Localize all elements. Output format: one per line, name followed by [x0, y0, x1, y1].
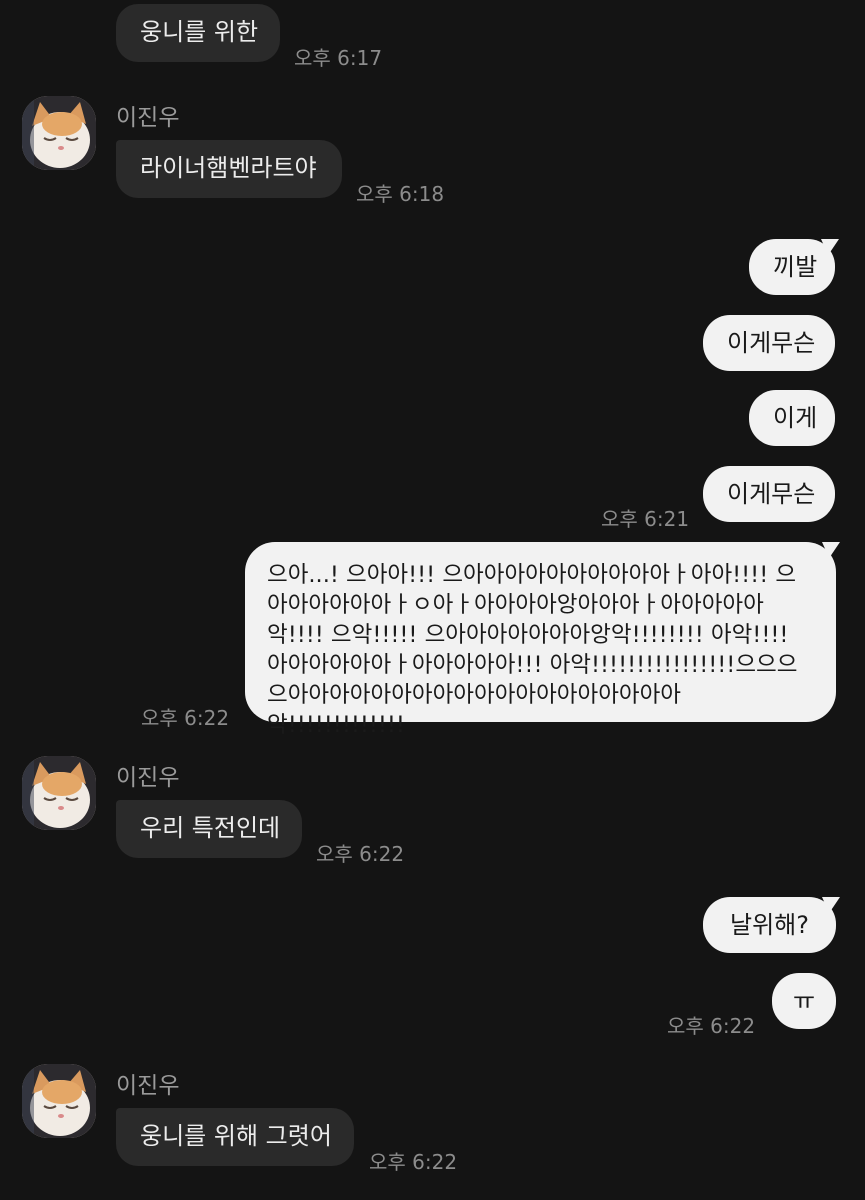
- message-text: 끼발: [773, 253, 818, 281]
- sender-name: 이진우: [116, 105, 180, 131]
- incoming-message-bubble[interactable]: 웅니를 위한: [116, 4, 280, 62]
- outgoing-message-bubble[interactable]: ㅠ: [772, 973, 836, 1029]
- incoming-message-bubble[interactable]: 웅니를 위해 그렷어: [116, 1108, 354, 1166]
- message-timestamp: 오후 6:21: [601, 507, 690, 531]
- message-text: 라이너햄벤라트야: [140, 154, 317, 182]
- message-text: 웅니를 위해 그렷어: [140, 1122, 332, 1150]
- message-timestamp: 오후 6:22: [316, 842, 405, 866]
- message-text: 이게무슨: [727, 480, 816, 508]
- outgoing-message-bubble[interactable]: 이게무슨: [703, 315, 835, 371]
- cat-avatar-icon[interactable]: [22, 1064, 96, 1138]
- sender-name: 이진우: [116, 765, 180, 791]
- outgoing-message-bubble[interactable]: 이게: [749, 390, 835, 446]
- cat-avatar-icon[interactable]: [22, 96, 96, 170]
- message-timestamp: 오후 6:22: [667, 1014, 756, 1038]
- incoming-message-bubble[interactable]: 우리 특전인데: [116, 800, 302, 858]
- cat-avatar-icon[interactable]: [22, 756, 96, 830]
- message-timestamp: 오후 6:17: [294, 46, 383, 70]
- message-text: ㅠ: [792, 987, 816, 1015]
- outgoing-message-bubble[interactable]: 이게무슨: [703, 466, 835, 522]
- sender-name: 이진우: [116, 1073, 180, 1099]
- message-timestamp: 오후 6:18: [356, 182, 445, 206]
- message-text: 이게: [773, 404, 818, 432]
- message-timestamp: 오후 6:22: [369, 1150, 458, 1174]
- message-text: 우리 특전인데: [140, 814, 281, 842]
- outgoing-message-bubble[interactable]: 날위해?: [703, 897, 836, 953]
- message-text: 으아...! 으아아!!! 으아아아아아아아아아아ㅏ아아!!!! 으아아아아아아…: [267, 562, 798, 738]
- message-text: 날위해?: [730, 911, 809, 939]
- message-text: 웅니를 위한: [140, 18, 259, 46]
- outgoing-message-bubble[interactable]: 으아...! 으아아!!! 으아아아아아아아아아아ㅏ아아!!!! 으아아아아아아…: [245, 542, 836, 738]
- message-text: 이게무슨: [727, 329, 816, 357]
- message-timestamp: 오후 6:22: [141, 706, 230, 730]
- outgoing-message-bubble[interactable]: 끼발: [749, 239, 835, 295]
- incoming-message-bubble[interactable]: 라이너햄벤라트야: [116, 140, 342, 198]
